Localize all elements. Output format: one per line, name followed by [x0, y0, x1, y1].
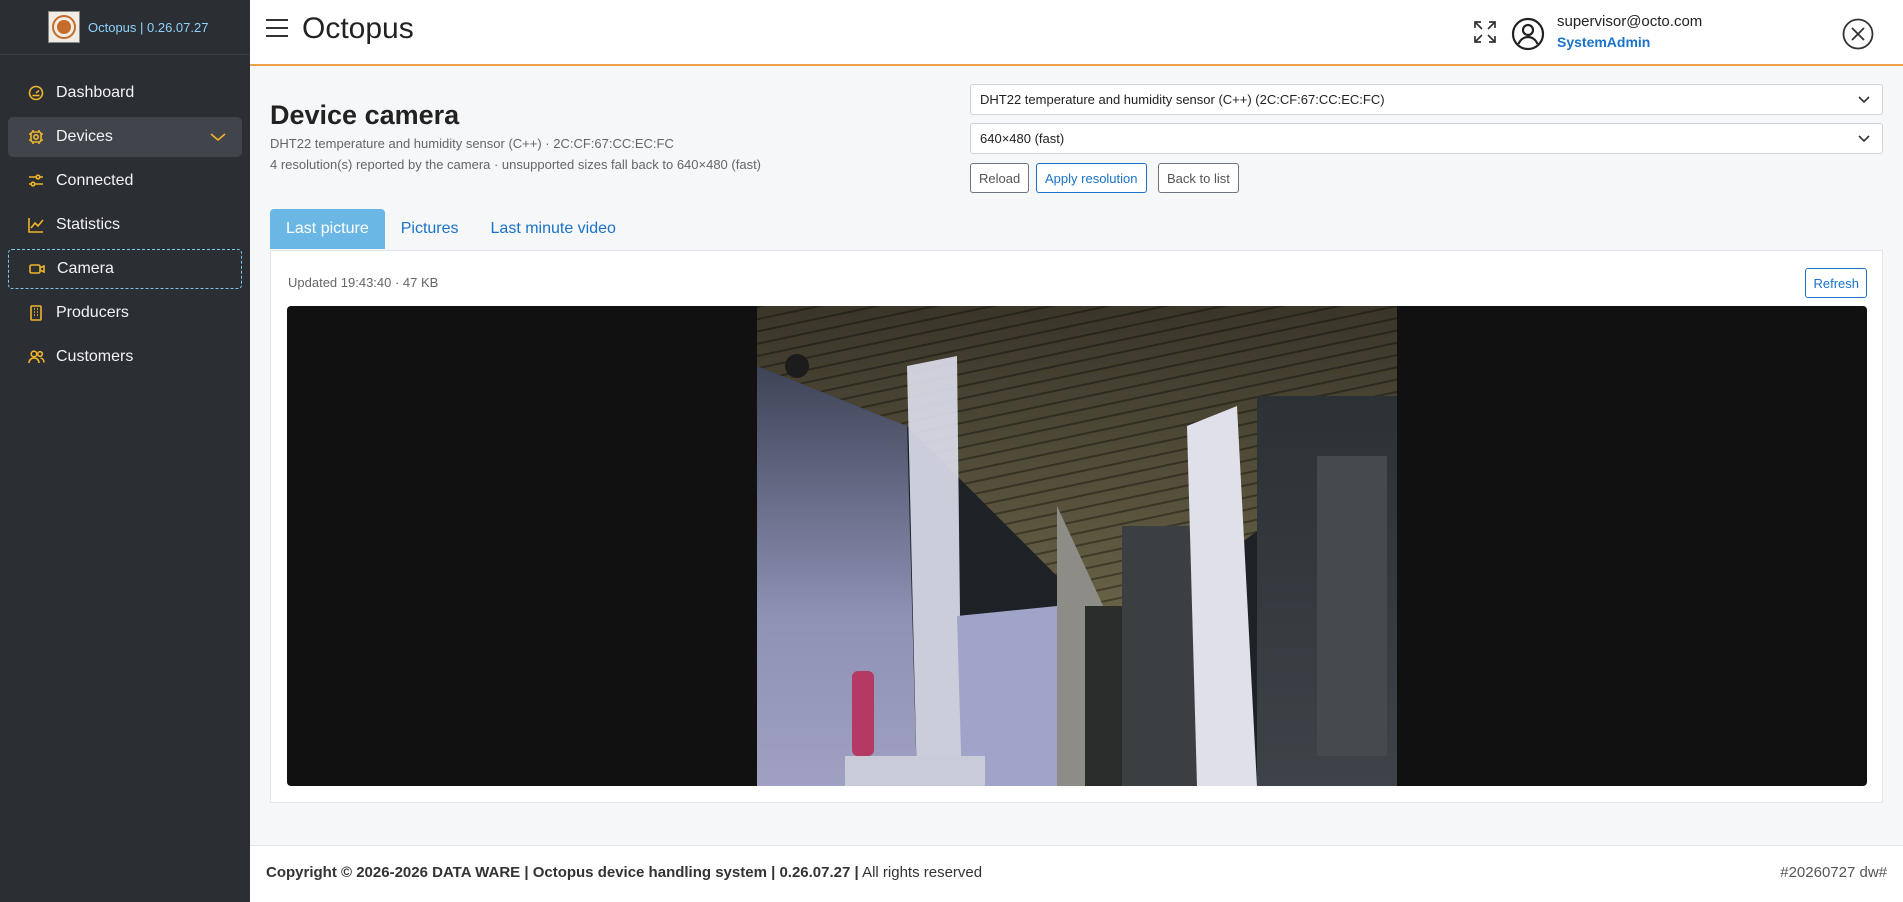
copyright: Copyright © 2026-2026 DATA WARE | Octopu… [266, 864, 982, 881]
device-select[interactable]: DHT22 temperature and humidity sensor (C… [970, 84, 1883, 115]
close-icon[interactable] [1842, 18, 1874, 50]
top-header: Octopus supervisor@octo.com SystemAdmin [250, 0, 1903, 66]
rights-text: All rights reserved [862, 864, 983, 881]
sliders-icon [27, 172, 45, 190]
chart-line-icon [27, 216, 45, 234]
page-title: Device camera [270, 100, 460, 130]
sidebar-item-statistics[interactable]: Statistics [8, 205, 242, 245]
camera-snapshot[interactable] [757, 306, 1397, 786]
sidebar: Octopus | 0.26.07.27 Dashboard Devices C… [0, 0, 250, 902]
sidebar-item-label: Customers [56, 348, 134, 365]
tab-last-picture[interactable]: Last picture [270, 209, 385, 249]
user-role[interactable]: SystemAdmin [1557, 34, 1650, 50]
sidebar-item-label: Dashboard [56, 84, 135, 101]
camera-tabs: Last picture Pictures Last minute video [270, 209, 632, 251]
resolution-select-value: 640×480 (fast) [980, 131, 1065, 146]
last-picture-panel: Updated 19:43:40 · 47 KB Refresh [270, 250, 1883, 803]
device-select-value: DHT22 temperature and humidity sensor (C… [980, 92, 1385, 107]
sidebar-item-camera[interactable]: Camera [8, 249, 242, 289]
building-icon [27, 304, 45, 322]
tab-pictures[interactable]: Pictures [385, 209, 475, 249]
sidebar-item-producers[interactable]: Producers [8, 293, 242, 333]
sidebar-item-dashboard[interactable]: Dashboard [8, 73, 242, 113]
app-title: Octopus [302, 12, 414, 45]
menu-icon[interactable] [266, 19, 288, 39]
brand[interactable]: Octopus | 0.26.07.27 [0, 0, 250, 55]
users-icon [27, 348, 45, 366]
gauge-icon [27, 84, 45, 102]
build-id: #20260727 dw# [1780, 864, 1887, 881]
sidebar-item-label: Camera [57, 260, 114, 277]
fullscreen-icon[interactable] [1472, 19, 1498, 45]
user-email: supervisor@octo.com [1557, 13, 1703, 30]
apply-resolution-button[interactable]: Apply resolution [1036, 163, 1147, 193]
camera-icon [28, 260, 46, 278]
chevron-down-icon [1858, 93, 1870, 108]
octopus-logo [48, 11, 80, 43]
reload-button[interactable]: Reload [970, 163, 1030, 193]
sidebar-item-label: Connected [56, 172, 134, 189]
page-subtitle: DHT22 temperature and humidity sensor (C… [270, 136, 674, 151]
sidebar-item-devices[interactable]: Devices [8, 117, 242, 157]
resolution-select[interactable]: 640×480 (fast) [970, 123, 1883, 154]
sidebar-nav: Dashboard Devices Connected Statistics C… [0, 55, 250, 377]
back-to-list-button[interactable]: Back to list [1158, 163, 1239, 193]
brand-text: Octopus | 0.26.07.27 [88, 19, 209, 35]
sidebar-item-label: Producers [56, 304, 129, 321]
copyright-text: Copyright © 2026-2026 DATA WARE | Octopu… [266, 864, 859, 881]
sidebar-item-customers[interactable]: Customers [8, 337, 242, 377]
tab-last-minute-video[interactable]: Last minute video [475, 209, 632, 249]
user-avatar-icon[interactable] [1511, 17, 1545, 51]
sidebar-item-label: Devices [56, 128, 113, 145]
chevron-down-icon[interactable] [210, 129, 226, 147]
sidebar-item-connected[interactable]: Connected [8, 161, 242, 201]
refresh-button[interactable]: Refresh [1805, 268, 1867, 298]
footer: Copyright © 2026-2026 DATA WARE | Octopu… [250, 845, 1903, 902]
sidebar-item-label: Statistics [56, 216, 121, 233]
chip-icon [27, 128, 45, 146]
updated-status: Updated 19:43:40 · 47 KB [288, 275, 439, 290]
chevron-down-icon [1858, 132, 1870, 147]
image-viewer [287, 306, 1867, 786]
resolution-note: 4 resolution(s) reported by the camera ·… [270, 157, 762, 172]
